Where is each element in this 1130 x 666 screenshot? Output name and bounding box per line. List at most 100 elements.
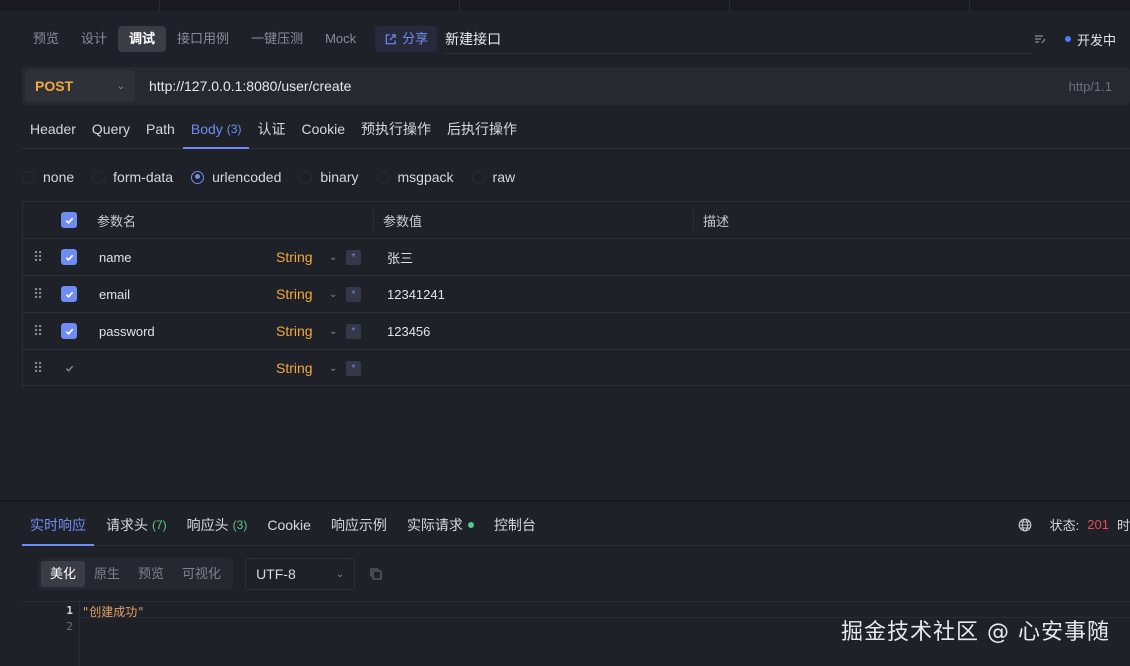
view-mode-raw[interactable]: 原生 bbox=[85, 561, 129, 587]
body-type-radios: none form-data urlencoded binary msgpack… bbox=[22, 165, 533, 189]
chevron-down-icon[interactable]: ⌄ bbox=[329, 313, 337, 349]
table-header-row: 参数名 参数值 描述 bbox=[23, 202, 1130, 239]
mode-tab-load-test[interactable]: 一键压测 bbox=[240, 26, 314, 52]
environment-selector[interactable]: 开发中 bbox=[1064, 30, 1116, 49]
tab-actual-request[interactable]: 实际请求 bbox=[399, 504, 482, 545]
tab-response-examples[interactable]: 响应示例 bbox=[323, 504, 395, 545]
param-type[interactable]: String bbox=[276, 350, 313, 386]
status-code: 201 bbox=[1087, 517, 1109, 532]
header-description: 描述 bbox=[703, 213, 730, 229]
tab-cookie[interactable]: Cookie bbox=[259, 504, 319, 545]
tab-auth[interactable]: 认证 bbox=[249, 110, 293, 148]
mode-tab-test-case[interactable]: 接口用例 bbox=[166, 26, 240, 52]
row-checkbox[interactable] bbox=[61, 360, 77, 376]
param-type[interactable]: String bbox=[276, 276, 313, 312]
chevron-down-icon: ⌄ bbox=[116, 80, 125, 92]
response-toolbar: 美化 原生 预览 可视化 UTF-8 ⌄ bbox=[38, 558, 383, 590]
mode-tab-mock[interactable]: Mock bbox=[314, 26, 367, 52]
top-window-strip bbox=[0, 0, 1130, 10]
response-headers-count: (3) bbox=[232, 517, 248, 532]
mode-tab-debug[interactable]: 调试 bbox=[118, 26, 167, 52]
drag-handle-icon[interactable]: ⠿ bbox=[33, 276, 43, 312]
share-button[interactable]: 分享 bbox=[375, 26, 438, 52]
line-number: 2 bbox=[66, 620, 73, 633]
share-label: 分享 bbox=[402, 31, 429, 46]
param-value[interactable]: 123456 bbox=[387, 313, 430, 349]
encoding-select[interactable]: UTF-8 ⌄ bbox=[245, 558, 356, 590]
tab-path[interactable]: Path bbox=[138, 110, 183, 148]
required-star-icon[interactable]: * bbox=[346, 286, 361, 302]
panel-splitter[interactable] bbox=[0, 500, 1130, 502]
body-type-raw[interactable]: raw bbox=[471, 169, 515, 185]
param-value[interactable]: 张三 bbox=[387, 239, 413, 275]
header-param-name: 参数名 bbox=[97, 213, 137, 229]
line-gutter: 1 2 bbox=[22, 602, 80, 666]
table-row: ⠿ String ⌄ * bbox=[23, 350, 1130, 387]
required-star-icon[interactable]: * bbox=[346, 360, 361, 376]
request-headers-count: (7) bbox=[152, 517, 167, 532]
drag-handle-icon[interactable]: ⠿ bbox=[33, 350, 43, 386]
url-bar: POST ⌄ http://127.0.0.1:8080/user/create… bbox=[22, 67, 1130, 105]
drag-handle-icon[interactable]: ⠿ bbox=[33, 313, 43, 349]
radio-checked bbox=[191, 170, 205, 184]
chevron-down-icon[interactable]: ⌄ bbox=[329, 350, 337, 386]
tab-post-processors[interactable]: 后执行操作 bbox=[439, 110, 525, 148]
view-mode-switch: 美化 原生 预览 可视化 bbox=[38, 558, 234, 590]
chevron-down-icon[interactable]: ⌄ bbox=[329, 239, 337, 275]
param-name[interactable]: password bbox=[99, 313, 155, 349]
api-name-field[interactable]: 新建接口 bbox=[445, 24, 1033, 54]
chevron-down-icon: ⌄ bbox=[335, 568, 345, 580]
select-all-checkbox[interactable] bbox=[61, 212, 77, 228]
mode-bar: 预览 设计 调试 接口用例 一键压测 Mock 分享 新建接口 开发中 bbox=[22, 24, 1130, 54]
row-checkbox[interactable] bbox=[61, 249, 77, 265]
param-type[interactable]: String bbox=[276, 239, 313, 275]
tab-console[interactable]: 控制台 bbox=[486, 504, 544, 545]
mode-tab-preview[interactable]: 预览 bbox=[22, 26, 70, 52]
tab-request-headers[interactable]: 请求头 (7) bbox=[98, 504, 175, 545]
protocol-label[interactable]: http/1.1 bbox=[1069, 79, 1112, 94]
drag-handle-icon[interactable]: ⠿ bbox=[33, 239, 43, 275]
url-input[interactable]: http://127.0.0.1:8080/user/create bbox=[149, 78, 1069, 94]
tab-pre-processors[interactable]: 预执行操作 bbox=[353, 110, 439, 148]
mode-tab-design[interactable]: 设计 bbox=[70, 26, 118, 52]
table-row: ⠿ name String ⌄ * 张三 bbox=[23, 239, 1130, 276]
environment-label: 开发中 bbox=[1076, 32, 1116, 48]
tab-cookie[interactable]: Cookie bbox=[293, 110, 353, 148]
body-type-binary[interactable]: binary bbox=[299, 169, 359, 185]
time-label: 时 bbox=[1116, 518, 1130, 533]
status-dot bbox=[467, 521, 474, 528]
body-type-none[interactable]: none bbox=[22, 169, 74, 185]
tab-body[interactable]: Body (3) bbox=[182, 110, 250, 149]
tab-response-headers[interactable]: 响应头 (3) bbox=[179, 504, 256, 545]
param-value[interactable]: 12341241 bbox=[387, 276, 445, 312]
format-icon[interactable] bbox=[1033, 32, 1047, 46]
required-star-icon[interactable]: * bbox=[346, 249, 361, 265]
copy-icon[interactable] bbox=[369, 567, 383, 581]
table-row: ⠿ email String ⌄ * 12341241 bbox=[23, 276, 1130, 313]
body-type-msgpack[interactable]: msgpack bbox=[376, 169, 454, 185]
method-label: POST bbox=[35, 78, 74, 94]
body-type-urlencoded[interactable]: urlencoded bbox=[191, 169, 281, 185]
chevron-down-icon[interactable]: ⌄ bbox=[329, 276, 337, 312]
status-label: 状态: bbox=[1049, 518, 1080, 533]
view-mode-pretty[interactable]: 美化 bbox=[41, 561, 86, 587]
view-mode-visualize[interactable]: 可视化 bbox=[173, 561, 230, 587]
tab-realtime-response[interactable]: 实时响应 bbox=[22, 504, 94, 546]
params-table: 参数名 参数值 描述 ⠿ name String ⌄ * 张三 ⠿ email … bbox=[22, 201, 1130, 386]
view-mode-preview[interactable]: 预览 bbox=[129, 561, 173, 587]
globe-icon[interactable] bbox=[1018, 518, 1032, 532]
body-type-form-data[interactable]: form-data bbox=[92, 169, 173, 185]
tab-query[interactable]: Query bbox=[84, 110, 138, 148]
code-line: "创建成功" bbox=[82, 605, 145, 619]
method-select[interactable]: POST ⌄ bbox=[25, 70, 135, 102]
tab-header[interactable]: Header bbox=[22, 110, 84, 148]
row-checkbox[interactable] bbox=[61, 286, 77, 302]
encoding-value: UTF-8 bbox=[256, 566, 296, 582]
param-name[interactable]: email bbox=[99, 276, 130, 312]
required-star-icon[interactable]: * bbox=[346, 323, 361, 339]
share-icon bbox=[385, 33, 396, 44]
response-status: 状态: 201 时 bbox=[1018, 504, 1130, 545]
param-type[interactable]: String bbox=[276, 313, 313, 349]
row-checkbox[interactable] bbox=[61, 323, 77, 339]
param-name[interactable]: name bbox=[99, 239, 132, 275]
